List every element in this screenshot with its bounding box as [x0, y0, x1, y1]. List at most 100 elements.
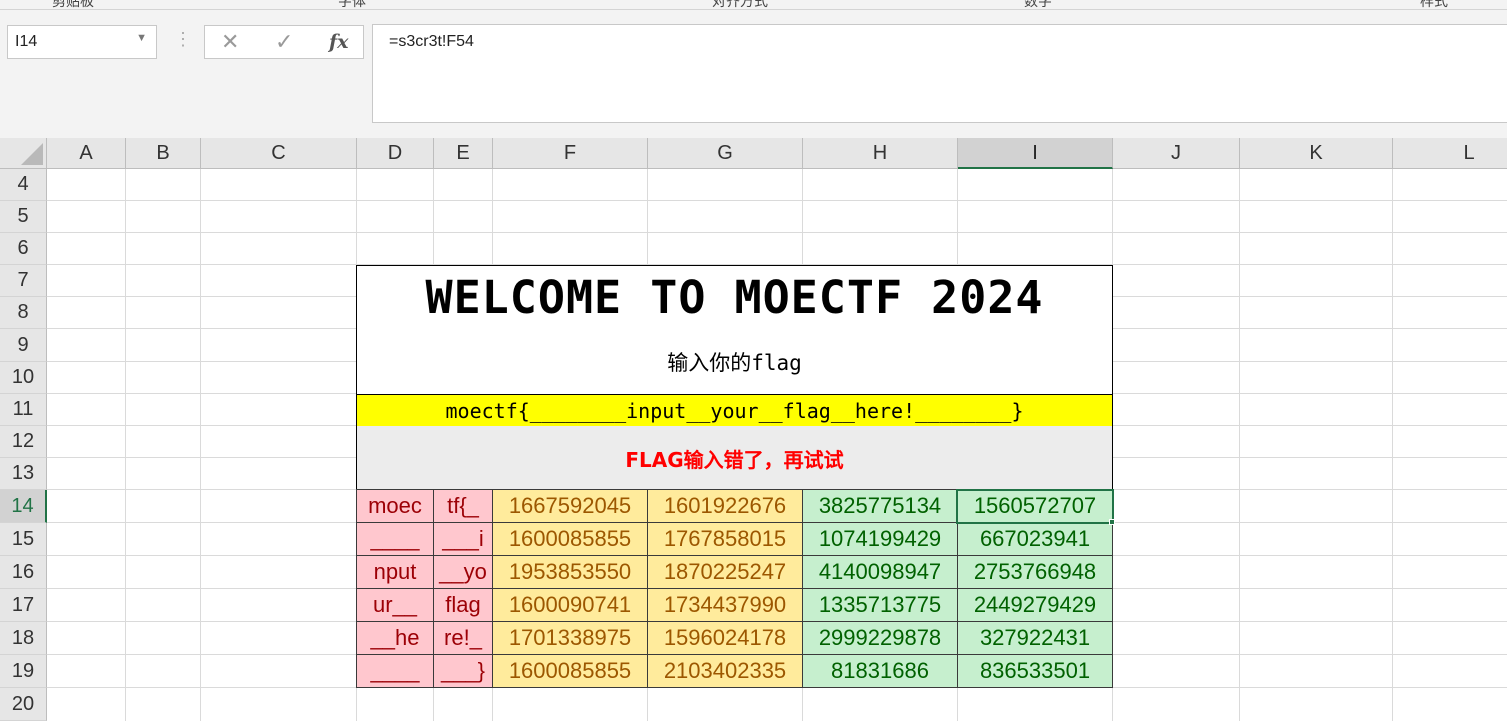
column-header-l[interactable]: L	[1393, 138, 1507, 169]
table-cell[interactable]: 4140098947	[802, 555, 958, 589]
table-cell[interactable]: 667023941	[957, 522, 1113, 556]
gridline-horizontal	[47, 232, 1507, 233]
column-header-g[interactable]: G	[648, 138, 803, 169]
table-cell[interactable]: 81831686	[802, 654, 958, 688]
gridline-vertical	[1392, 169, 1393, 721]
table-cell[interactable]: 1601922676	[647, 489, 803, 523]
table-cell[interactable]: 1870225247	[647, 555, 803, 589]
table-cell[interactable]: ___i	[433, 522, 493, 556]
sheet-title: WELCOME TO MOECTF 2024	[425, 271, 1044, 324]
name-box-value[interactable]: I14	[15, 33, 37, 51]
table-cell[interactable]: 1734437990	[647, 588, 803, 622]
gridline-vertical	[125, 169, 126, 721]
gridline-vertical	[1239, 169, 1240, 721]
ribbon-group-styles[interactable]: 样式	[1420, 0, 1448, 9]
column-header-f[interactable]: F	[493, 138, 648, 169]
table-cell[interactable]: 1667592045	[492, 489, 648, 523]
table-cell[interactable]: 1560572707	[957, 489, 1113, 523]
row-header-20[interactable]: 20	[0, 688, 47, 721]
row-header-11[interactable]: 11	[0, 394, 47, 426]
row-header-9[interactable]: 9	[0, 329, 47, 362]
column-header-d[interactable]: D	[357, 138, 434, 169]
fx-icon[interactable]: fx	[329, 31, 349, 53]
ribbon-strip: 剪贴板 字体 对齐方式 数字 样式	[0, 0, 1507, 10]
table-cell[interactable]: moec	[356, 489, 434, 523]
table-cell[interactable]: 2103402335	[647, 654, 803, 688]
table-cell[interactable]: 1596024178	[647, 621, 803, 655]
result-cell[interactable]: FLAG输入错了，再试试	[356, 426, 1113, 490]
flag-prompt: 输入你的flag	[667, 350, 802, 375]
table-cell[interactable]: 1953853550	[492, 555, 648, 589]
spreadsheet-grid[interactable]: ABCDEFGHIJKL 4 5 6 7 8 9 10 11 12 13 14 15 16 17 18 19 2…	[0, 138, 1507, 721]
row-header-19[interactable]: 19	[0, 655, 47, 688]
ribbon-group-alignment[interactable]: 对齐方式	[712, 0, 768, 9]
formula-text[interactable]: =s3cr3t!F54	[389, 33, 474, 51]
row-header-10[interactable]: 10	[0, 362, 47, 394]
row-header-5[interactable]: 5	[0, 201, 47, 233]
table-cell[interactable]: 1600085855	[492, 654, 648, 688]
flag-input-value: moectf{________input__your__flag__here!_…	[445, 398, 1024, 423]
select-all-icon	[21, 143, 43, 165]
table-cell[interactable]: 1074199429	[802, 522, 958, 556]
drag-handle-icon[interactable]: ⋮	[174, 30, 192, 48]
column-header-a[interactable]: A	[47, 138, 126, 169]
row-header-4[interactable]: 4	[0, 169, 47, 201]
column-header-c[interactable]: C	[201, 138, 357, 169]
gridline-horizontal	[47, 200, 1507, 201]
table-cell[interactable]: 1767858015	[647, 522, 803, 556]
title-cell[interactable]: WELCOME TO MOECTF 2024	[356, 265, 1113, 330]
row-header-17[interactable]: 17	[0, 589, 47, 622]
table-cell[interactable]: flag	[433, 588, 493, 622]
row-header-16[interactable]: 16	[0, 556, 47, 589]
row-header-8[interactable]: 8	[0, 297, 47, 329]
ribbon-group-clipboard[interactable]: 剪贴板	[52, 0, 94, 9]
table-cell[interactable]: ___}	[433, 654, 493, 688]
table-cell[interactable]: 2999229878	[802, 621, 958, 655]
formula-input[interactable]: =s3cr3t!F54	[372, 24, 1507, 123]
name-box[interactable]: I14 ▼	[7, 25, 157, 59]
table-cell[interactable]: 2753766948	[957, 555, 1113, 589]
row-header-6[interactable]: 6	[0, 233, 47, 265]
column-header-e[interactable]: E	[434, 138, 493, 169]
table-cell[interactable]: ____	[356, 654, 434, 688]
table-cell[interactable]: 3825775134	[802, 489, 958, 523]
row-header-15[interactable]: 15	[0, 523, 47, 556]
formula-buttons: ✕ ✓ fx	[204, 25, 364, 59]
row-header-12[interactable]: 12	[0, 426, 47, 458]
table-cell[interactable]: __yo	[433, 555, 493, 589]
result-message: FLAG输入错了，再试试	[625, 447, 844, 472]
column-header-k[interactable]: K	[1240, 138, 1393, 169]
column-header-i[interactable]: I	[958, 138, 1113, 169]
table-cell[interactable]: 1701338975	[492, 621, 648, 655]
select-all-corner[interactable]	[0, 138, 47, 169]
fill-handle[interactable]	[1109, 519, 1115, 525]
table-cell[interactable]: 2449279429	[957, 588, 1113, 622]
chevron-down-icon[interactable]: ▼	[136, 32, 147, 44]
table-cell[interactable]: tf{_	[433, 489, 493, 523]
table-cell[interactable]: 1600090741	[492, 588, 648, 622]
column-header-b[interactable]: B	[126, 138, 201, 169]
ribbon-group-number[interactable]: 数字	[1024, 0, 1052, 9]
table-cell[interactable]: nput	[356, 555, 434, 589]
row-header-14[interactable]: 14	[0, 490, 47, 523]
gridline-vertical	[200, 169, 201, 721]
row-header-7[interactable]: 7	[0, 265, 47, 297]
enter-icon[interactable]: ✓	[275, 29, 293, 55]
table-cell[interactable]: 327922431	[957, 621, 1113, 655]
table-cell[interactable]: ur__	[356, 588, 434, 622]
column-header-j[interactable]: J	[1113, 138, 1240, 169]
column-header-h[interactable]: H	[803, 138, 958, 169]
row-header-13[interactable]: 13	[0, 458, 47, 490]
table-cell[interactable]: 1335713775	[802, 588, 958, 622]
table-cell[interactable]: 836533501	[957, 654, 1113, 688]
flag-input-cell[interactable]: moectf{________input__your__flag__here!_…	[356, 394, 1113, 427]
table-cell[interactable]: 1600085855	[492, 522, 648, 556]
row-header-18[interactable]: 18	[0, 622, 47, 655]
ribbon-group-font[interactable]: 字体	[338, 0, 366, 9]
table-cell[interactable]: re!_	[433, 621, 493, 655]
formula-bar: I14 ▼ ⋮ ✕ ✓ fx =s3cr3t!F54	[0, 10, 1507, 138]
cancel-icon[interactable]: ✕	[221, 29, 239, 55]
table-cell[interactable]: __he	[356, 621, 434, 655]
table-cell[interactable]: ____	[356, 522, 434, 556]
prompt-cell[interactable]: 输入你的flag	[356, 329, 1113, 395]
